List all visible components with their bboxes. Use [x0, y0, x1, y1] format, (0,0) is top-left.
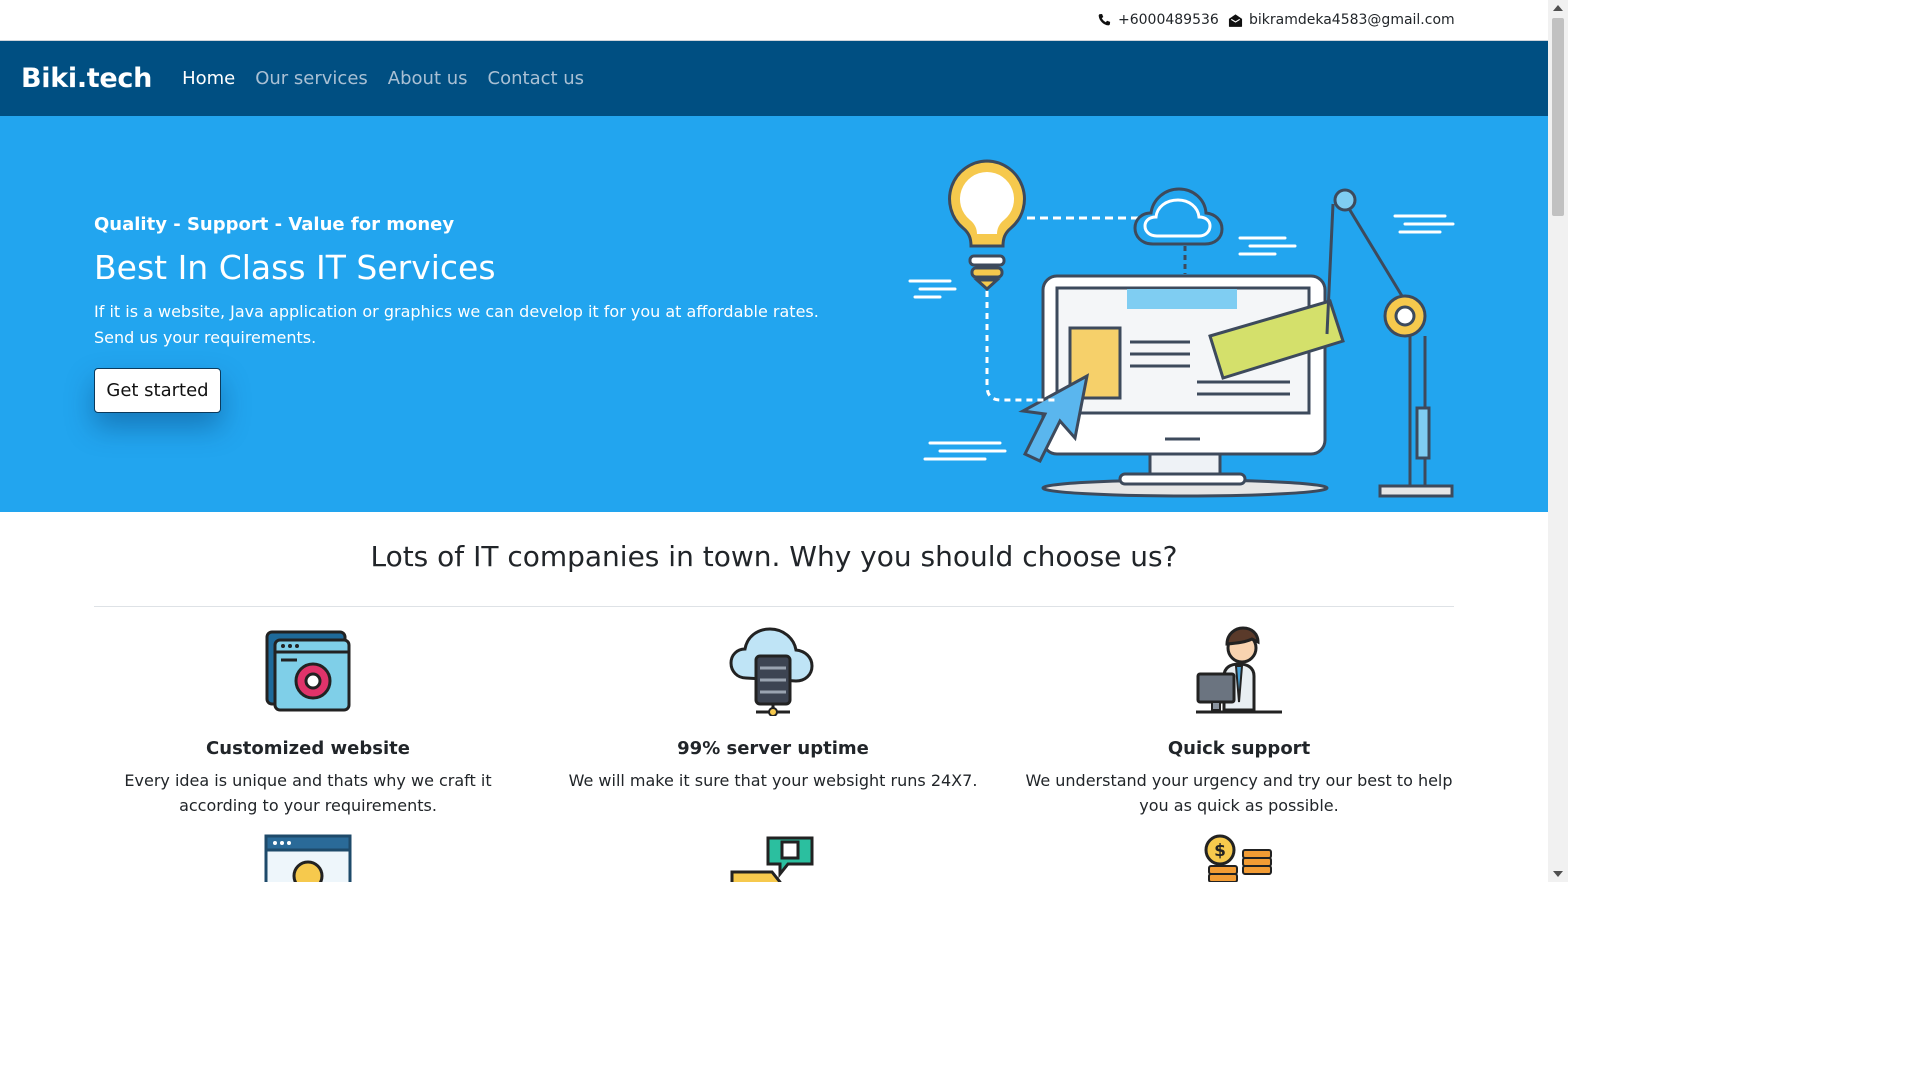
main-navbar: Biki.tech Home Our services About us Con… — [0, 41, 1548, 116]
nav-link-contact-us[interactable]: Contact us — [488, 68, 585, 89]
page-scrollbar[interactable] — [1548, 0, 1568, 882]
nav-link-about-us[interactable]: About us — [388, 68, 468, 89]
hero-section: Quality - Support - Value for money Best… — [0, 116, 1548, 512]
website-gear-icon — [265, 630, 351, 712]
feature-title: 99% server uptime — [677, 738, 869, 759]
hero-description: If it is a website, Java application or … — [94, 302, 819, 347]
browser-badge-icon — [264, 834, 352, 882]
hero-headline: Best In Class IT Services — [94, 248, 496, 287]
email-contact[interactable]: bikramdeka4583@gmail.com — [1228, 12, 1455, 28]
feature-title: Customized website — [206, 738, 410, 759]
scroll-up-arrow-icon[interactable] — [1553, 5, 1563, 11]
support-agent-icon — [1196, 626, 1282, 714]
envelope-open-icon — [1228, 13, 1243, 27]
brand-logo[interactable]: Biki.tech — [21, 63, 152, 94]
feature-description: Every idea is unique and thats why we cr… — [124, 771, 492, 815]
nav-link-our-services[interactable]: Our services — [255, 68, 368, 89]
why-choose-us-title: Lots of IT companies in town. Why you sh… — [370, 540, 1178, 573]
chat-package-icon — [730, 836, 814, 882]
phone-icon — [1098, 13, 1111, 25]
svg-text:$: $ — [1214, 841, 1226, 861]
cloud-server-icon — [729, 627, 814, 716]
feature-card-server-uptime: 99% server uptime We will make it sure t… — [553, 626, 993, 793]
hero-tagline: Quality - Support - Value for money — [94, 214, 455, 235]
phone-number: +6000489536 — [1118, 12, 1219, 28]
feature-title: Quick support — [1167, 738, 1311, 759]
hero-illustration — [908, 159, 1455, 498]
nav-link-home[interactable]: Home — [182, 68, 235, 89]
top-contact-bar: +6000489536 bikramdeka4583@gmail.com — [0, 0, 1548, 41]
scroll-down-arrow-icon[interactable] — [1553, 871, 1563, 877]
section-divider — [94, 606, 1454, 607]
coins-dollar-icon: $ — [1204, 834, 1272, 882]
feature-description: We will make it sure that your websight … — [568, 771, 978, 790]
email-address: bikramdeka4583@gmail.com — [1249, 12, 1455, 28]
feature-card-customized-website: Customized website Every idea is unique … — [88, 626, 528, 818]
feature-card-quick-support: Quick support We understand your urgency… — [1019, 626, 1459, 818]
partial-feature-icon-1 — [263, 832, 353, 882]
partial-feature-icon-2 — [728, 832, 818, 882]
get-started-button[interactable]: Get started — [94, 368, 221, 413]
feature-description: We understand your urgency and try our b… — [1025, 771, 1453, 815]
scrollbar-thumb[interactable] — [1552, 18, 1564, 216]
partial-feature-icon-3: $ — [1195, 832, 1285, 882]
phone-contact[interactable]: +6000489536 — [1097, 12, 1219, 28]
